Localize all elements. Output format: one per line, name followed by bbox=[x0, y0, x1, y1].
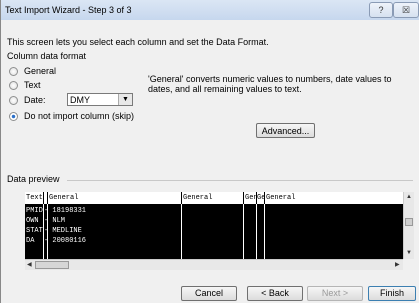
intro-text: This screen lets you select each column … bbox=[7, 37, 269, 47]
help-button[interactable]: ? bbox=[369, 2, 393, 18]
scroll-left-icon[interactable]: ◀ bbox=[27, 261, 32, 268]
date-format-select[interactable]: DMY ▼ bbox=[67, 93, 133, 106]
advanced-button[interactable]: Advanced... bbox=[256, 123, 315, 138]
title-bar: Text Import Wizard - Step 3 of 3 ? ☒ bbox=[1, 0, 419, 20]
column-header[interactable]: Text bbox=[26, 194, 43, 202]
table-cell: STAT bbox=[26, 227, 43, 235]
table-cell: DA bbox=[26, 237, 35, 245]
table-cell: PMID bbox=[26, 207, 43, 215]
column-line bbox=[243, 204, 244, 259]
text-import-wizard-dialog: Text Import Wizard - Step 3 of 3 ? ☒ Thi… bbox=[0, 0, 419, 303]
close-button[interactable]: ☒ bbox=[393, 2, 419, 18]
radio-general-label: General bbox=[24, 66, 57, 76]
column-line bbox=[256, 204, 257, 259]
scroll-down-icon[interactable]: ▼ bbox=[406, 250, 412, 256]
divider bbox=[67, 180, 413, 181]
table-cell: - MEDLINE bbox=[44, 227, 82, 235]
radio-skip-label: Do not import column (skip) bbox=[24, 111, 135, 121]
data-preview-label: Data preview bbox=[7, 174, 60, 184]
column-separator bbox=[47, 192, 48, 204]
date-format-value: DMY bbox=[70, 95, 90, 105]
column-separator bbox=[243, 192, 244, 204]
column-header[interactable]: General bbox=[183, 194, 212, 202]
column-line bbox=[264, 204, 265, 259]
table-cell: - 18198331 bbox=[44, 207, 87, 215]
table-cell: - 20080116 bbox=[44, 237, 87, 245]
cancel-button[interactable]: Cancel bbox=[181, 286, 237, 301]
scroll-right-icon[interactable]: ▶ bbox=[395, 261, 400, 268]
radio-general-indicator[interactable] bbox=[9, 67, 18, 76]
radio-date-label: Date: bbox=[24, 95, 46, 105]
radio-text-indicator[interactable] bbox=[9, 81, 18, 90]
scrollbar-thumb[interactable] bbox=[405, 218, 413, 226]
column-line bbox=[181, 204, 182, 259]
horizontal-scrollbar[interactable]: ◀ ▶ bbox=[25, 259, 403, 270]
column-separator bbox=[181, 192, 182, 204]
vertical-scrollbar[interactable]: ▲ ▼ bbox=[403, 192, 414, 259]
table-cell: - NLM bbox=[44, 217, 66, 225]
radio-skip-indicator[interactable] bbox=[9, 112, 18, 121]
window-title: Text Import Wizard - Step 3 of 3 bbox=[5, 5, 132, 15]
chevron-down-icon[interactable]: ▼ bbox=[118, 94, 132, 105]
radio-text-label: Text bbox=[24, 80, 41, 90]
column-header[interactable]: General bbox=[49, 194, 78, 202]
data-preview-grid[interactable]: Text General General Gen Ge General PMID… bbox=[25, 192, 403, 259]
column-separator bbox=[264, 192, 265, 204]
column-separator bbox=[43, 192, 44, 204]
next-button[interactable]: Next > bbox=[307, 286, 363, 301]
column-header[interactable]: General bbox=[266, 194, 295, 202]
radio-date-indicator[interactable] bbox=[9, 96, 18, 105]
format-description: 'General' converts numeric values to num… bbox=[148, 74, 392, 94]
table-cell: OWN bbox=[26, 217, 39, 225]
scroll-up-icon[interactable]: ▲ bbox=[406, 194, 412, 200]
finish-button[interactable]: Finish bbox=[368, 286, 416, 301]
back-button[interactable]: < Back bbox=[247, 286, 303, 301]
scrollbar-thumb[interactable] bbox=[35, 261, 69, 269]
preview-header-row: Text General General Gen Ge General bbox=[25, 192, 403, 205]
column-data-format-label: Column data format bbox=[7, 51, 87, 61]
